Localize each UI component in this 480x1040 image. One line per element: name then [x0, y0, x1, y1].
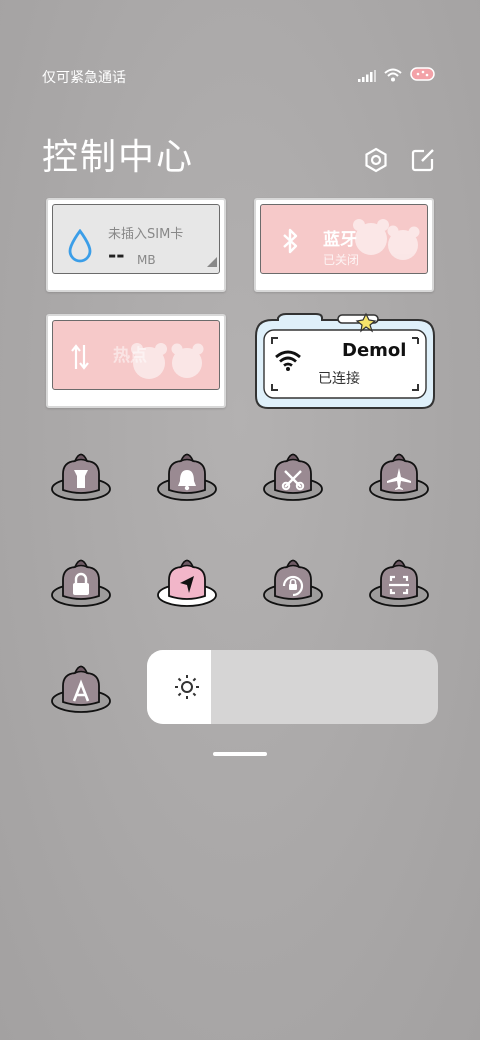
carrier-status-text: 仅可紧急通话	[42, 70, 126, 86]
toggle-rotation-lock[interactable]	[262, 552, 324, 614]
brightness-icon	[174, 674, 200, 704]
toggle-flashlight[interactable]	[50, 446, 112, 508]
signal-icon	[358, 67, 376, 86]
hotspot-label: 热点	[113, 346, 147, 366]
toggle-screenshot[interactable]	[262, 446, 324, 508]
brightness-slider[interactable]	[147, 650, 438, 724]
wifi-card[interactable]: Demol 已连接	[254, 310, 436, 410]
bluetooth-status: 已关闭	[323, 253, 360, 267]
toggle-bell[interactable]	[156, 446, 218, 508]
corner-triangle-icon	[207, 252, 217, 271]
bluetooth-icon	[281, 227, 299, 259]
wifi-network-name: Demol	[342, 340, 407, 361]
edit-icon	[411, 149, 434, 172]
home-indicator[interactable]	[213, 752, 267, 756]
bluetooth-label: 蓝牙	[323, 230, 357, 250]
data-transfer-icon	[69, 343, 91, 375]
toggle-location[interactable]	[156, 552, 218, 614]
mobile-data-card[interactable]: 未插入SIM卡 -- MB	[46, 198, 226, 292]
status-icons	[358, 66, 436, 86]
settings-icon	[365, 147, 387, 173]
water-drop-icon	[67, 228, 93, 267]
page-title: 控制中心	[42, 137, 195, 178]
bluetooth-card[interactable]: 蓝牙 已关闭	[254, 198, 434, 292]
wifi-icon	[384, 67, 402, 86]
wifi-status: 已连接	[318, 371, 360, 387]
toggle-scanner[interactable]	[368, 552, 430, 614]
hotspot-card[interactable]: 热点	[46, 314, 226, 408]
edit-button[interactable]	[408, 145, 438, 175]
settings-button[interactable]	[361, 145, 391, 175]
sim-status-text: 未插入SIM卡	[108, 227, 184, 242]
toggle-airplane[interactable]	[368, 446, 430, 508]
data-usage-value: --	[108, 243, 125, 267]
data-usage-unit: MB	[137, 253, 156, 267]
toggle-auto-brightness[interactable]	[50, 658, 112, 720]
battery-icon	[410, 66, 436, 86]
wifi-icon	[274, 348, 302, 376]
toggle-lock[interactable]	[50, 552, 112, 614]
